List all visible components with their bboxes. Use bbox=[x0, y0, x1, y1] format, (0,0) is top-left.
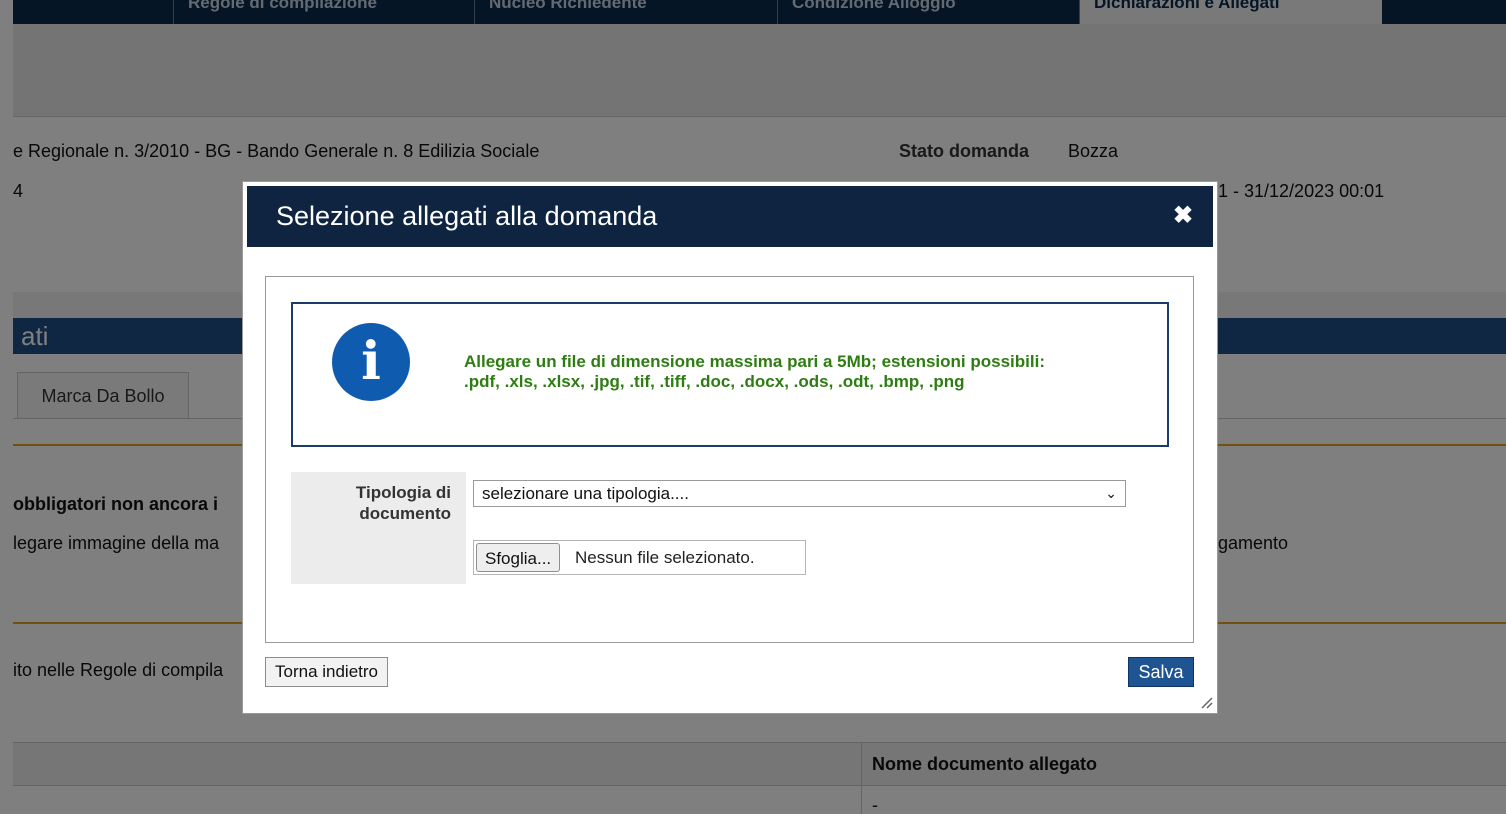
info-message: Allegare un file di dimensione massima p… bbox=[464, 352, 1154, 392]
chevron-down-icon: ⌄ bbox=[1105, 485, 1117, 501]
document-type-select-value: selezionare una tipologia.... bbox=[482, 484, 689, 503]
info-icon: i bbox=[332, 323, 410, 401]
info-box: i Allegare un file di dimensione massima… bbox=[291, 302, 1169, 447]
tipologia-label-line-1: Tipologia di bbox=[355, 483, 451, 502]
dialog-body: i Allegare un file di dimensione massima… bbox=[265, 276, 1194, 643]
resize-grip-icon bbox=[1201, 697, 1213, 709]
back-button[interactable]: Torna indietro bbox=[265, 657, 389, 687]
save-button[interactable]: Salva bbox=[1128, 657, 1194, 687]
tipologia-label: Tipologia di documento bbox=[356, 482, 451, 524]
close-icon[interactable]: ✖ bbox=[1173, 204, 1193, 228]
attachments-dialog: Selezione allegati alla domanda ✖ i Alle… bbox=[242, 181, 1218, 714]
info-line-2: .pdf, .xls, .xlsx, .jpg, .tif, .tiff, .d… bbox=[464, 372, 965, 391]
resize-handle-icon[interactable] bbox=[1199, 695, 1213, 709]
document-type-select[interactable]: selezionare una tipologia.... ⌄ bbox=[473, 480, 1126, 507]
dialog-header: Selezione allegati alla domanda ✖ bbox=[247, 186, 1213, 247]
info-icon-glyph: i bbox=[361, 331, 381, 392]
tipologia-label-cell: Tipologia di documento bbox=[291, 472, 466, 584]
browse-button[interactable]: Sfoglia... bbox=[476, 543, 561, 572]
file-status: Nessun file selezionato. bbox=[575, 548, 755, 567]
file-input[interactable]: Sfoglia... Nessun file selezionato. bbox=[473, 540, 806, 575]
dialog-title: Selezione allegati alla domanda bbox=[276, 201, 658, 231]
info-line-1: Allegare un file di dimensione massima p… bbox=[464, 352, 1045, 371]
tipologia-label-line-2: documento bbox=[359, 504, 451, 523]
